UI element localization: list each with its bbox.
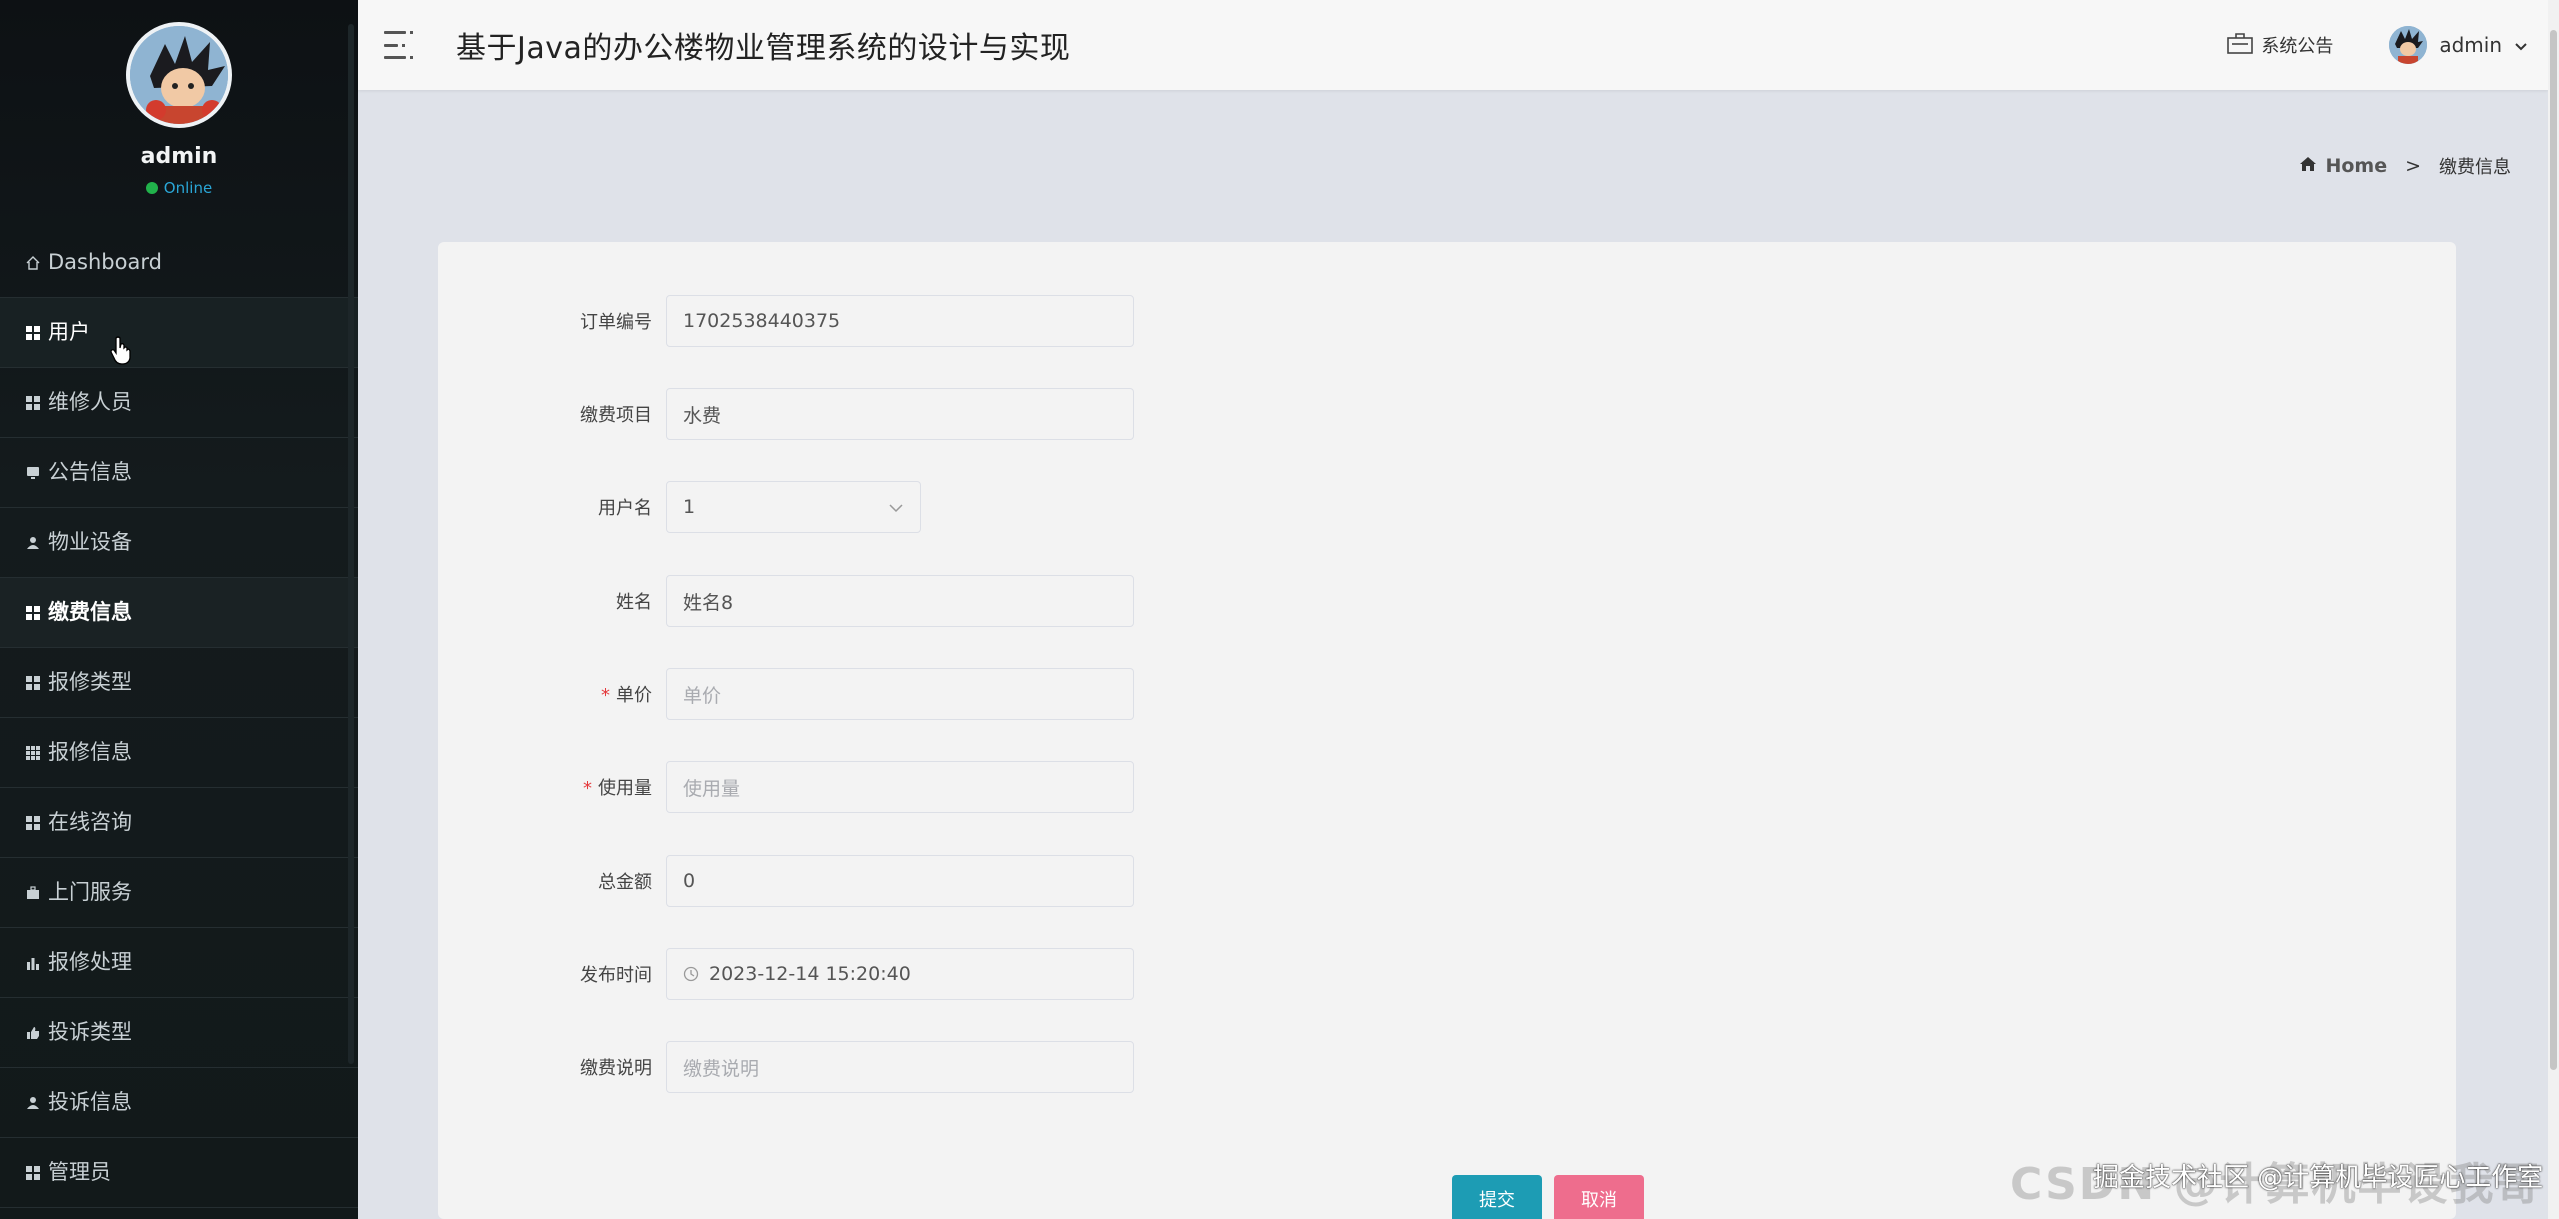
sidebar-item-complaint-types[interactable]: 投诉类型: [0, 998, 358, 1068]
cancel-button[interactable]: 取消: [1554, 1175, 1644, 1219]
thumbs-up-icon: [24, 1024, 42, 1042]
chevron-down-icon: [888, 496, 904, 518]
app-title: 基于Java的办公楼物业管理系统的设计与实现: [456, 31, 1071, 66]
remark-row: 缴费说明 缴费说明: [438, 1041, 1134, 1093]
name-label: 姓名: [616, 592, 652, 613]
sidebar-item-dashboard[interactable]: Dashboard: [0, 228, 358, 298]
breadcrumb-home[interactable]: Home: [2299, 155, 2387, 177]
total-input[interactable]: 0: [666, 855, 1134, 907]
profile-status: Online: [0, 179, 358, 197]
table-icon: [24, 744, 42, 762]
remark-placeholder: 缴费说明: [683, 1057, 760, 1080]
total-label: 总金额: [598, 872, 652, 893]
sidebar-item-payments[interactable]: 缴费信息: [0, 578, 358, 648]
sidebar: admin Online Dashboard 用户 维修人员 公告信息 物业设备…: [0, 0, 358, 1219]
chevron-down-icon: [2514, 33, 2528, 57]
profile-name: admin: [140, 144, 218, 169]
sidebar-item-announcements[interactable]: 公告信息: [0, 438, 358, 508]
user-menu[interactable]: admin: [2389, 26, 2528, 64]
grid-icon: [24, 674, 42, 692]
breadcrumb: Home > 缴费信息: [2299, 153, 2511, 179]
remark-input[interactable]: 缴费说明: [666, 1041, 1134, 1093]
page-scrollbar[interactable]: [2548, 0, 2559, 1219]
usage-label: * 使用量: [583, 778, 652, 799]
grid-icon: [24, 604, 42, 622]
briefcase-icon: [24, 884, 42, 902]
publish-time-picker[interactable]: 2023-12-14 15:20:40: [666, 948, 1134, 1000]
sidebar-item-repair-processing[interactable]: 报修处理: [0, 928, 358, 998]
sidebar-item-repair-types[interactable]: 报修类型: [0, 648, 358, 718]
status-label: Online: [163, 179, 213, 197]
submit-button[interactable]: 提交: [1452, 1175, 1542, 1219]
menu-toggle-icon[interactable]: [384, 31, 416, 59]
required-mark: *: [583, 778, 592, 799]
avatar: [2389, 26, 2428, 64]
unit-price-placeholder: 单价: [683, 684, 722, 707]
total-row: 总金额 0: [438, 855, 1134, 907]
user-icon: [24, 1094, 42, 1112]
sidebar-item-property-equipment[interactable]: 物业设备: [0, 508, 358, 578]
name-row: 姓名 姓名8: [438, 575, 1134, 627]
bar-chart-icon: [24, 954, 42, 972]
publish-time-row: 发布时间 2023-12-14 15:20:40: [438, 948, 1134, 1000]
publish-time-label: 发布时间: [580, 965, 652, 986]
item-label: 缴费项目: [580, 405, 652, 426]
user-icon: [24, 534, 42, 552]
notice-label: 系统公告: [2261, 36, 2334, 57]
page-scrollbar-thumb[interactable]: [2550, 30, 2557, 1070]
home-icon: [24, 254, 42, 272]
breadcrumb-separator: >: [2405, 155, 2421, 177]
user-name: admin: [2439, 33, 2502, 57]
unit-price-label: * 单价: [601, 685, 652, 706]
grid-icon: [24, 394, 42, 412]
payment-form-card: 订单编号 1702538440375 缴费项目 水费 用户名 1 姓名 姓名8 …: [438, 242, 2456, 1219]
sidebar-item-maintenance-staff[interactable]: 维修人员: [0, 368, 358, 438]
unit-price-row: * 单价 单价: [438, 668, 1134, 720]
required-mark: *: [601, 685, 610, 706]
name-input[interactable]: 姓名8: [666, 575, 1134, 627]
grid-icon: [24, 814, 42, 832]
order-no-input[interactable]: 1702538440375: [666, 295, 1134, 347]
sidebar-item-onsite-service[interactable]: 上门服务: [0, 858, 358, 928]
sidebar-scrollbar[interactable]: [348, 24, 354, 1064]
sidebar-item-complaints[interactable]: 投诉信息: [0, 1068, 358, 1138]
sidebar-menu: Dashboard 用户 维修人员 公告信息 物业设备 缴费信息 报修类型 报修…: [0, 228, 358, 1208]
avatar[interactable]: [126, 22, 232, 128]
home-icon: [2299, 155, 2317, 177]
notice-icon: [2227, 32, 2254, 59]
sidebar-item-repair-info[interactable]: 报修信息: [0, 718, 358, 788]
online-dot-icon: [145, 182, 158, 194]
item-row: 缴费项目 水费: [438, 388, 1134, 440]
watermark-front: 掘金技术社区 @计算机毕设匠心工作室: [2093, 1163, 2544, 1193]
usage-input[interactable]: 使用量: [666, 761, 1134, 813]
order-no-label: 订单编号: [580, 312, 652, 333]
order-no-row: 订单编号 1702538440375: [438, 295, 1134, 347]
clock-icon: [683, 966, 699, 982]
item-input[interactable]: 水费: [666, 388, 1134, 440]
sidebar-item-admins[interactable]: 管理员: [0, 1138, 358, 1208]
topbar-right: 系统公告 admin: [2227, 26, 2528, 64]
remark-label: 缴费说明: [580, 1058, 652, 1079]
sidebar-item-online-consult[interactable]: 在线咨询: [0, 788, 358, 858]
usage-placeholder: 使用量: [683, 777, 741, 800]
topbar: 基于Java的办公楼物业管理系统的设计与实现 系统公告 admin: [358, 0, 2548, 90]
usage-row: * 使用量 使用量: [438, 761, 1134, 813]
breadcrumb-current: 缴费信息: [2439, 157, 2511, 178]
username-select[interactable]: 1: [666, 481, 921, 533]
notice-button[interactable]: 系统公告: [2227, 32, 2333, 59]
sidebar-profile: admin Online: [0, 0, 358, 228]
username-label: 用户名: [598, 498, 652, 519]
grid-icon: [24, 324, 42, 342]
sidebar-item-users[interactable]: 用户: [0, 298, 358, 368]
hand-cursor-icon: [110, 336, 132, 371]
grid-icon: [24, 1164, 42, 1182]
monitor-icon: [24, 464, 42, 482]
username-row: 用户名 1: [438, 481, 921, 533]
unit-price-input[interactable]: 单价: [666, 668, 1134, 720]
